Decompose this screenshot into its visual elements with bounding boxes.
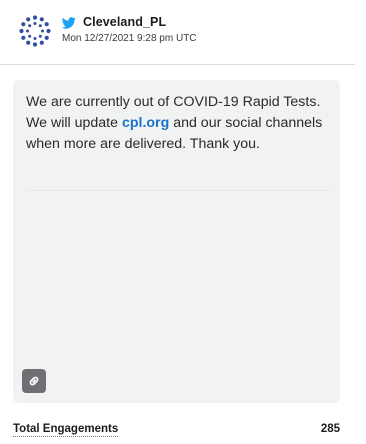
post-header: Cleveland_PL Mon 12/27/2021 9:28 pm UTC [0, 0, 366, 64]
total-engagements-value: 285 [320, 423, 340, 435]
post-timestamp: Mon 12/27/2021 9:28 pm UTC [62, 33, 197, 44]
avatar[interactable] [18, 14, 52, 48]
total-engagements-label[interactable]: Total Engagements [13, 423, 119, 437]
dotted-ring-logo-icon [19, 15, 51, 47]
post-separator [26, 190, 331, 191]
header-divider [0, 64, 355, 65]
twitter-bird-icon [61, 16, 76, 29]
post-card: We are currently out of COVID-19 Rapid T… [13, 80, 340, 403]
post-link[interactable]: cpl.org [122, 115, 169, 131]
link-chain-icon [29, 376, 39, 386]
account-row: Cleveland_PL [61, 14, 166, 30]
link-button[interactable] [22, 369, 46, 393]
total-engagements-row: Total Engagements 285 [13, 423, 340, 439]
account-handle[interactable]: Cleveland_PL [83, 15, 166, 29]
post-text: We are currently out of COVID-19 Rapid T… [26, 92, 331, 155]
